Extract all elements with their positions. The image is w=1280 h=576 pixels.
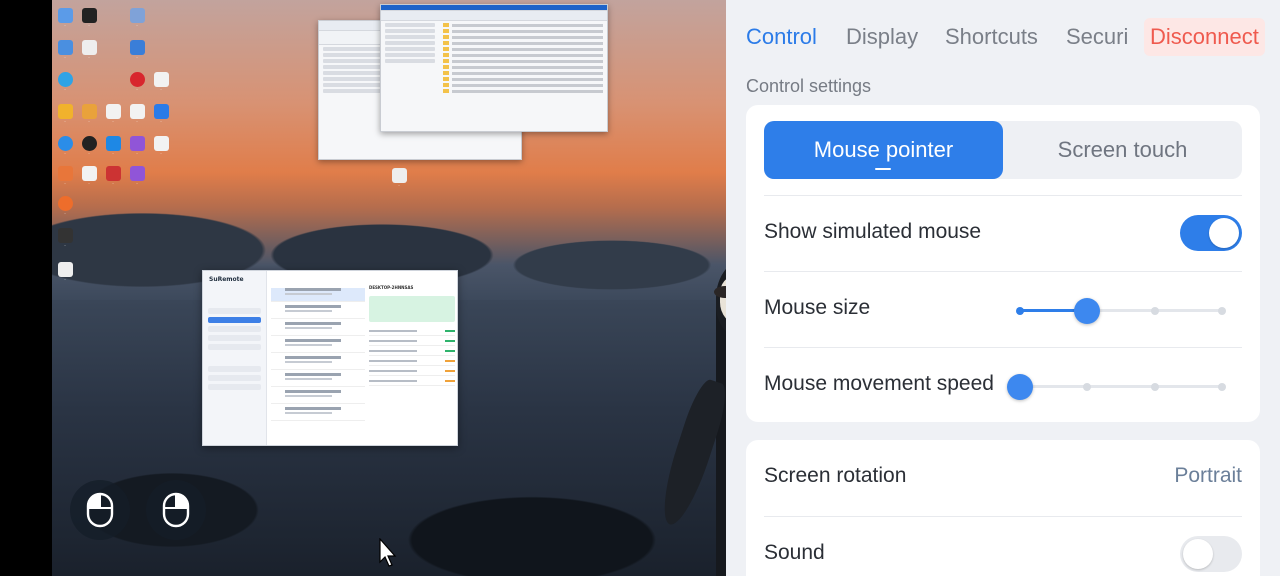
disconnect-button[interactable]: Disconnect <box>1144 18 1265 56</box>
sound-toggle[interactable] <box>1180 536 1242 572</box>
desktop-icon[interactable]: · <box>388 168 410 188</box>
slider-thumb[interactable] <box>1007 374 1033 400</box>
mouse-speed-row: Mouse movement speed <box>764 347 1242 423</box>
desktop-icon[interactable]: · <box>78 8 100 28</box>
mouse-size-label: Mouse size <box>764 296 871 319</box>
desktop-icon[interactable]: · <box>126 166 148 186</box>
show-simulated-mouse-toggle[interactable] <box>1180 215 1242 251</box>
left-click-button[interactable] <box>70 480 130 540</box>
screen-touch-label: Screen touch <box>1057 137 1188 162</box>
display-settings-card: Screen rotation Portrait Sound <box>746 440 1260 576</box>
tab-display[interactable]: Display <box>846 24 918 50</box>
mouse-right-click-icon <box>162 492 190 528</box>
mouse-pointer-option[interactable]: Mouse pointer <box>764 121 1003 179</box>
thumbnail-device-name: DESKTOP-2HNNSAS <box>369 285 414 290</box>
desktop-icon[interactable]: · <box>54 136 76 156</box>
desktop-icon[interactable]: · <box>54 40 76 60</box>
desktop-icon[interactable]: · <box>54 228 76 248</box>
selected-indicator <box>875 168 891 170</box>
right-click-button[interactable] <box>146 480 206 540</box>
sound-row: Sound <box>764 516 1242 576</box>
desktop-icon[interactable]: · <box>150 72 172 92</box>
desktop-icon[interactable]: · <box>54 8 76 28</box>
mouse-left-click-icon <box>86 492 114 528</box>
desktop-icon[interactable]: · <box>126 104 148 124</box>
desktop-icon[interactable]: · <box>150 136 172 156</box>
tab-control[interactable]: Control <box>746 24 817 50</box>
mouse-speed-slider[interactable] <box>1007 374 1226 400</box>
desktop-icon[interactable]: · <box>126 40 148 60</box>
desktop-icon[interactable]: · <box>78 166 100 186</box>
explorer-window-front[interactable] <box>380 4 608 132</box>
desktop-icon[interactable]: · <box>54 166 76 186</box>
desktop-icon[interactable]: · <box>102 166 124 186</box>
mouse-size-row: Mouse size <box>764 271 1242 347</box>
desktop-icon[interactable]: · <box>126 72 148 92</box>
penguin-wallpaper <box>653 248 726 576</box>
remote-desktop-view[interactable]: · · · · · · · · · · · · · · · · · · · · … <box>52 0 726 576</box>
desktop-icon[interactable]: · <box>102 104 124 124</box>
screen-touch-option[interactable]: Screen touch <box>1003 121 1242 179</box>
desktop-icon[interactable]: · <box>78 40 100 60</box>
desktop-icon[interactable]: · <box>150 104 172 124</box>
mouse-speed-label: Mouse movement speed <box>764 372 994 395</box>
slider-step-dot[interactable] <box>1218 307 1226 315</box>
control-panel: Control Display Shortcuts Securi Disconn… <box>726 0 1280 576</box>
show-simulated-mouse-row: Show simulated mouse <box>764 195 1242 271</box>
settings-tabs: Control Display Shortcuts Securi Disconn… <box>726 18 1280 58</box>
mouse-pointer-label: Mouse pointer <box>813 137 954 162</box>
desktop-icon[interactable]: · <box>102 136 124 156</box>
show-simulated-mouse-label: Show simulated mouse <box>764 220 982 243</box>
control-settings-card: Mouse pointer Screen touch Show simulate… <box>746 105 1260 422</box>
screen-rotation-row[interactable]: Screen rotation Portrait <box>764 440 1242 516</box>
mouse-size-slider[interactable] <box>1016 298 1226 324</box>
suremote-brand: SuRemote <box>209 276 244 283</box>
tab-security[interactable]: Securi <box>1066 24 1128 50</box>
desktop-icon[interactable]: · <box>54 196 76 216</box>
desktop-icon[interactable]: · <box>126 8 148 28</box>
slider-track <box>1020 385 1222 388</box>
input-mode-segment: Mouse pointer Screen touch <box>764 121 1242 179</box>
slider-thumb[interactable] <box>1074 298 1101 324</box>
section-title: Control settings <box>746 76 872 96</box>
screen-rotation-label: Screen rotation <box>764 464 907 487</box>
slider-step-dot[interactable] <box>1016 307 1024 315</box>
desktop-icon[interactable]: · <box>126 136 148 156</box>
arrow-cursor-icon <box>379 538 397 567</box>
sound-label: Sound <box>764 541 825 564</box>
suremote-window-thumbnail[interactable]: SuRemote DESKTOP-2HNNSAS <box>202 270 458 446</box>
desktop-icon[interactable]: · <box>54 104 76 124</box>
screen-rotation-value: Portrait <box>1174 464 1242 487</box>
slider-step-dot[interactable] <box>1150 307 1159 315</box>
desktop-icon[interactable]: · <box>54 262 76 282</box>
tab-shortcuts[interactable]: Shortcuts <box>945 24 1038 50</box>
slider-step-dot[interactable] <box>1083 383 1092 391</box>
slider-step-dot[interactable] <box>1218 383 1226 391</box>
desktop-icon[interactable]: · <box>54 72 76 92</box>
slider-step-dot[interactable] <box>1150 383 1159 391</box>
desktop-icon[interactable]: · <box>78 136 100 156</box>
desktop-icon[interactable]: · <box>78 104 100 124</box>
